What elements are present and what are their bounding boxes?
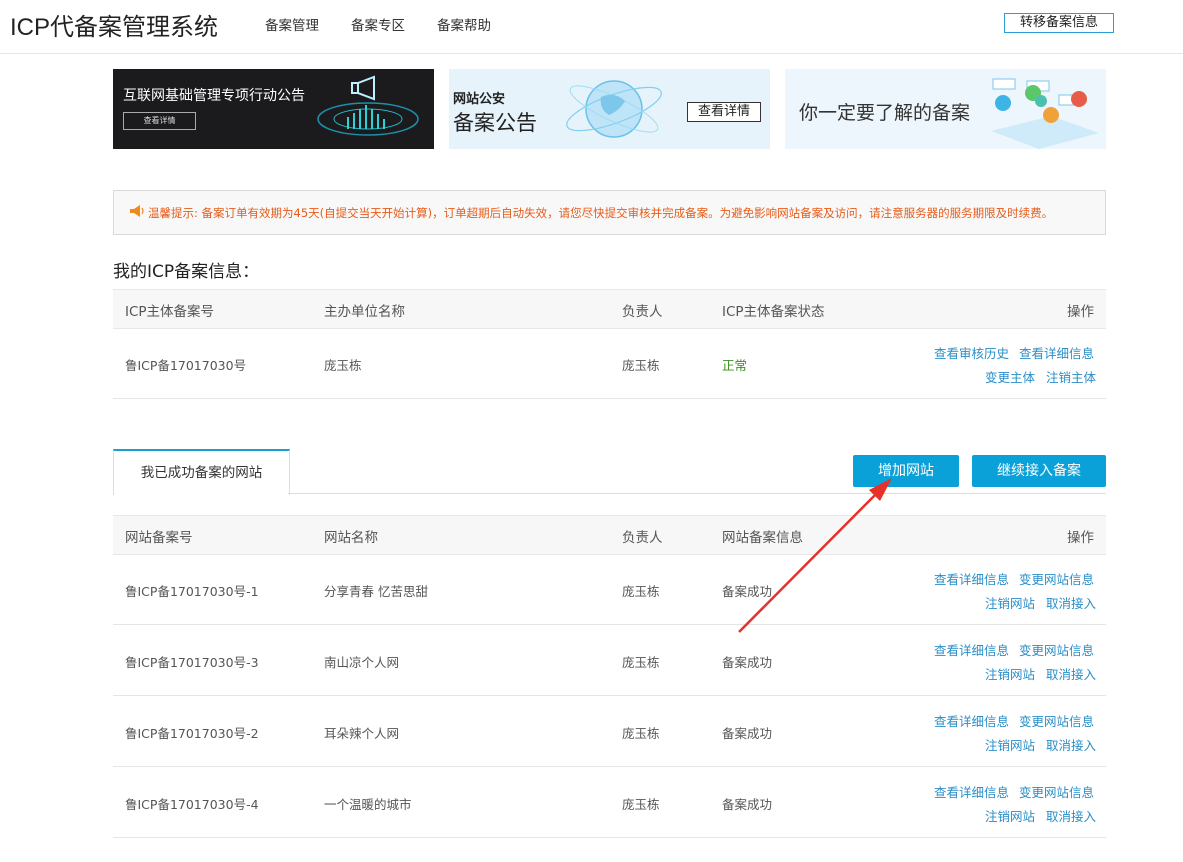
- change-entity-link[interactable]: 变更主体: [985, 367, 1035, 386]
- cancel-site-link[interactable]: 注销网站: [985, 806, 1035, 825]
- change-site-info-link[interactable]: 变更网站信息: [1019, 569, 1094, 588]
- nav-record-zone[interactable]: 备案专区: [351, 14, 405, 34]
- col-owner: 负责人: [622, 304, 663, 320]
- icp-table-row: 鲁ICP备17017030号 庞玉栋 庞玉栋 正常 查看审核历史 查看详细信息 …: [113, 328, 1106, 399]
- banner-record-guide[interactable]: 你一定要了解的备案: [785, 69, 1106, 149]
- megaphone-illustration-icon: [317, 75, 419, 136]
- col-actions: 操作: [1067, 304, 1094, 320]
- owner-name: 庞玉栋: [622, 358, 660, 373]
- cancel-access-link[interactable]: 取消接入: [1046, 735, 1096, 754]
- notice-text: 温馨提示: 备案订单有效期为45天(自提交当天开始计算)，订单超期后自动失效，请…: [148, 206, 1054, 220]
- view-review-history-link[interactable]: 查看审核历史: [934, 343, 1009, 362]
- change-site-info-link[interactable]: 变更网站信息: [1019, 782, 1094, 801]
- banner-detail-button[interactable]: 查看详情: [123, 112, 196, 130]
- banner-special-action[interactable]: 互联网基础管理专项行动公告 查看详情: [113, 69, 434, 149]
- cancel-site-link[interactable]: 注销网站: [985, 593, 1035, 612]
- site-status: 备案成功: [722, 655, 773, 670]
- nav-record-management[interactable]: 备案管理: [265, 14, 319, 34]
- site-name: 一个温暖的城市: [324, 797, 412, 812]
- nav-record-help[interactable]: 备案帮助: [437, 14, 491, 34]
- icp-table-header: ICP主体备案号 主办单位名称 负责人 ICP主体备案状态 操作: [113, 289, 1106, 329]
- owner-name: 庞玉栋: [622, 655, 660, 670]
- icp-status-badge: 正常: [722, 358, 748, 373]
- top-bar: ICP代备案管理系统 备案管理 备案专区 备案帮助 转移备案信息: [0, 0, 1183, 54]
- col-owner: 负责人: [622, 530, 663, 546]
- banner-line1: 网站公安: [453, 92, 506, 107]
- change-site-info-link[interactable]: 变更网站信息: [1019, 640, 1094, 659]
- banner-police-record[interactable]: 网站公安 备案公告 查看详情: [449, 69, 770, 149]
- banner-line2: 备案公告: [453, 111, 537, 135]
- site-number: 鲁ICP备17017030号-3: [125, 655, 259, 670]
- site-name: 南山凉个人网: [324, 655, 400, 670]
- globe-illustration-icon: [566, 80, 662, 138]
- site-name: 分享青春 忆苦思甜: [324, 584, 428, 599]
- org-name: 庞玉栋: [324, 358, 362, 373]
- table-row: 鲁ICP备17017030号-4 一个温暖的城市 庞玉栋 备案成功 查看详细信息…: [113, 767, 1106, 838]
- cancel-site-link[interactable]: 注销网站: [985, 664, 1035, 683]
- site-number: 鲁ICP备17017030号-2: [125, 726, 259, 741]
- table-row: 鲁ICP备17017030号-1 分享青春 忆苦思甜 庞玉栋 备案成功 查看详细…: [113, 554, 1106, 625]
- site-status: 备案成功: [722, 797, 773, 812]
- col-actions: 操作: [1067, 530, 1094, 546]
- view-site-detail-link[interactable]: 查看详细信息: [934, 569, 1009, 588]
- table-row: 鲁ICP备17017030号-3 南山凉个人网 庞玉栋 备案成功 查看详细信息 …: [113, 625, 1106, 696]
- owner-name: 庞玉栋: [622, 584, 660, 599]
- col-site-status: 网站备案信息: [722, 530, 803, 546]
- megaphone-icon: [130, 205, 144, 217]
- col-icp-number: ICP主体备案号: [125, 304, 215, 320]
- site-name: 耳朵辣个人网: [324, 726, 400, 741]
- cancel-entity-link[interactable]: 注销主体: [1046, 367, 1096, 386]
- banner-view-detail-button[interactable]: 查看详情: [687, 102, 761, 122]
- record-flow-illustration-icon: [991, 78, 1099, 149]
- cancel-access-link[interactable]: 取消接入: [1046, 806, 1096, 825]
- icp-section-title: 我的ICP备案信息：: [113, 262, 260, 282]
- cancel-site-link[interactable]: 注销网站: [985, 735, 1035, 754]
- transfer-record-button[interactable]: 转移备案信息: [1004, 13, 1114, 33]
- warning-notice: 温馨提示: 备案订单有效期为45天(自提交当天开始计算)，订单超期后自动失效，请…: [113, 190, 1106, 235]
- view-detail-link[interactable]: 查看详细信息: [1019, 343, 1094, 362]
- app-title: ICP代备案管理系统: [10, 14, 219, 41]
- change-site-info-link[interactable]: 变更网站信息: [1019, 711, 1094, 730]
- col-org-name: 主办单位名称: [324, 304, 405, 320]
- table-row: 鲁ICP备17017030号-2 耳朵辣个人网 庞玉栋 备案成功 查看详细信息 …: [113, 696, 1106, 767]
- banner-title: 互联网基础管理专项行动公告: [123, 88, 305, 104]
- owner-name: 庞玉栋: [622, 797, 660, 812]
- sites-table-header: 网站备案号 网站名称 负责人 网站备案信息 操作: [113, 515, 1106, 555]
- banner-title: 你一定要了解的备案: [799, 102, 971, 124]
- site-status: 备案成功: [722, 584, 773, 599]
- add-site-button[interactable]: 增加网站: [853, 455, 959, 487]
- cancel-access-link[interactable]: 取消接入: [1046, 664, 1096, 683]
- view-site-detail-link[interactable]: 查看详细信息: [934, 640, 1009, 659]
- tab-registered-sites[interactable]: 我已成功备案的网站: [113, 449, 290, 495]
- cancel-access-link[interactable]: 取消接入: [1046, 593, 1096, 612]
- col-icp-status: ICP主体备案状态: [722, 304, 825, 320]
- col-site-number: 网站备案号: [125, 530, 193, 546]
- owner-name: 庞玉栋: [622, 726, 660, 741]
- tab-divider: [288, 493, 1106, 494]
- view-site-detail-link[interactable]: 查看详细信息: [934, 782, 1009, 801]
- continue-access-button[interactable]: 继续接入备案: [972, 455, 1106, 487]
- col-site-name: 网站名称: [324, 530, 378, 546]
- view-site-detail-link[interactable]: 查看详细信息: [934, 711, 1009, 730]
- site-status: 备案成功: [722, 726, 773, 741]
- icp-number: 鲁ICP备17017030号: [125, 358, 247, 373]
- site-number: 鲁ICP备17017030号-1: [125, 584, 259, 599]
- site-number: 鲁ICP备17017030号-4: [125, 797, 259, 812]
